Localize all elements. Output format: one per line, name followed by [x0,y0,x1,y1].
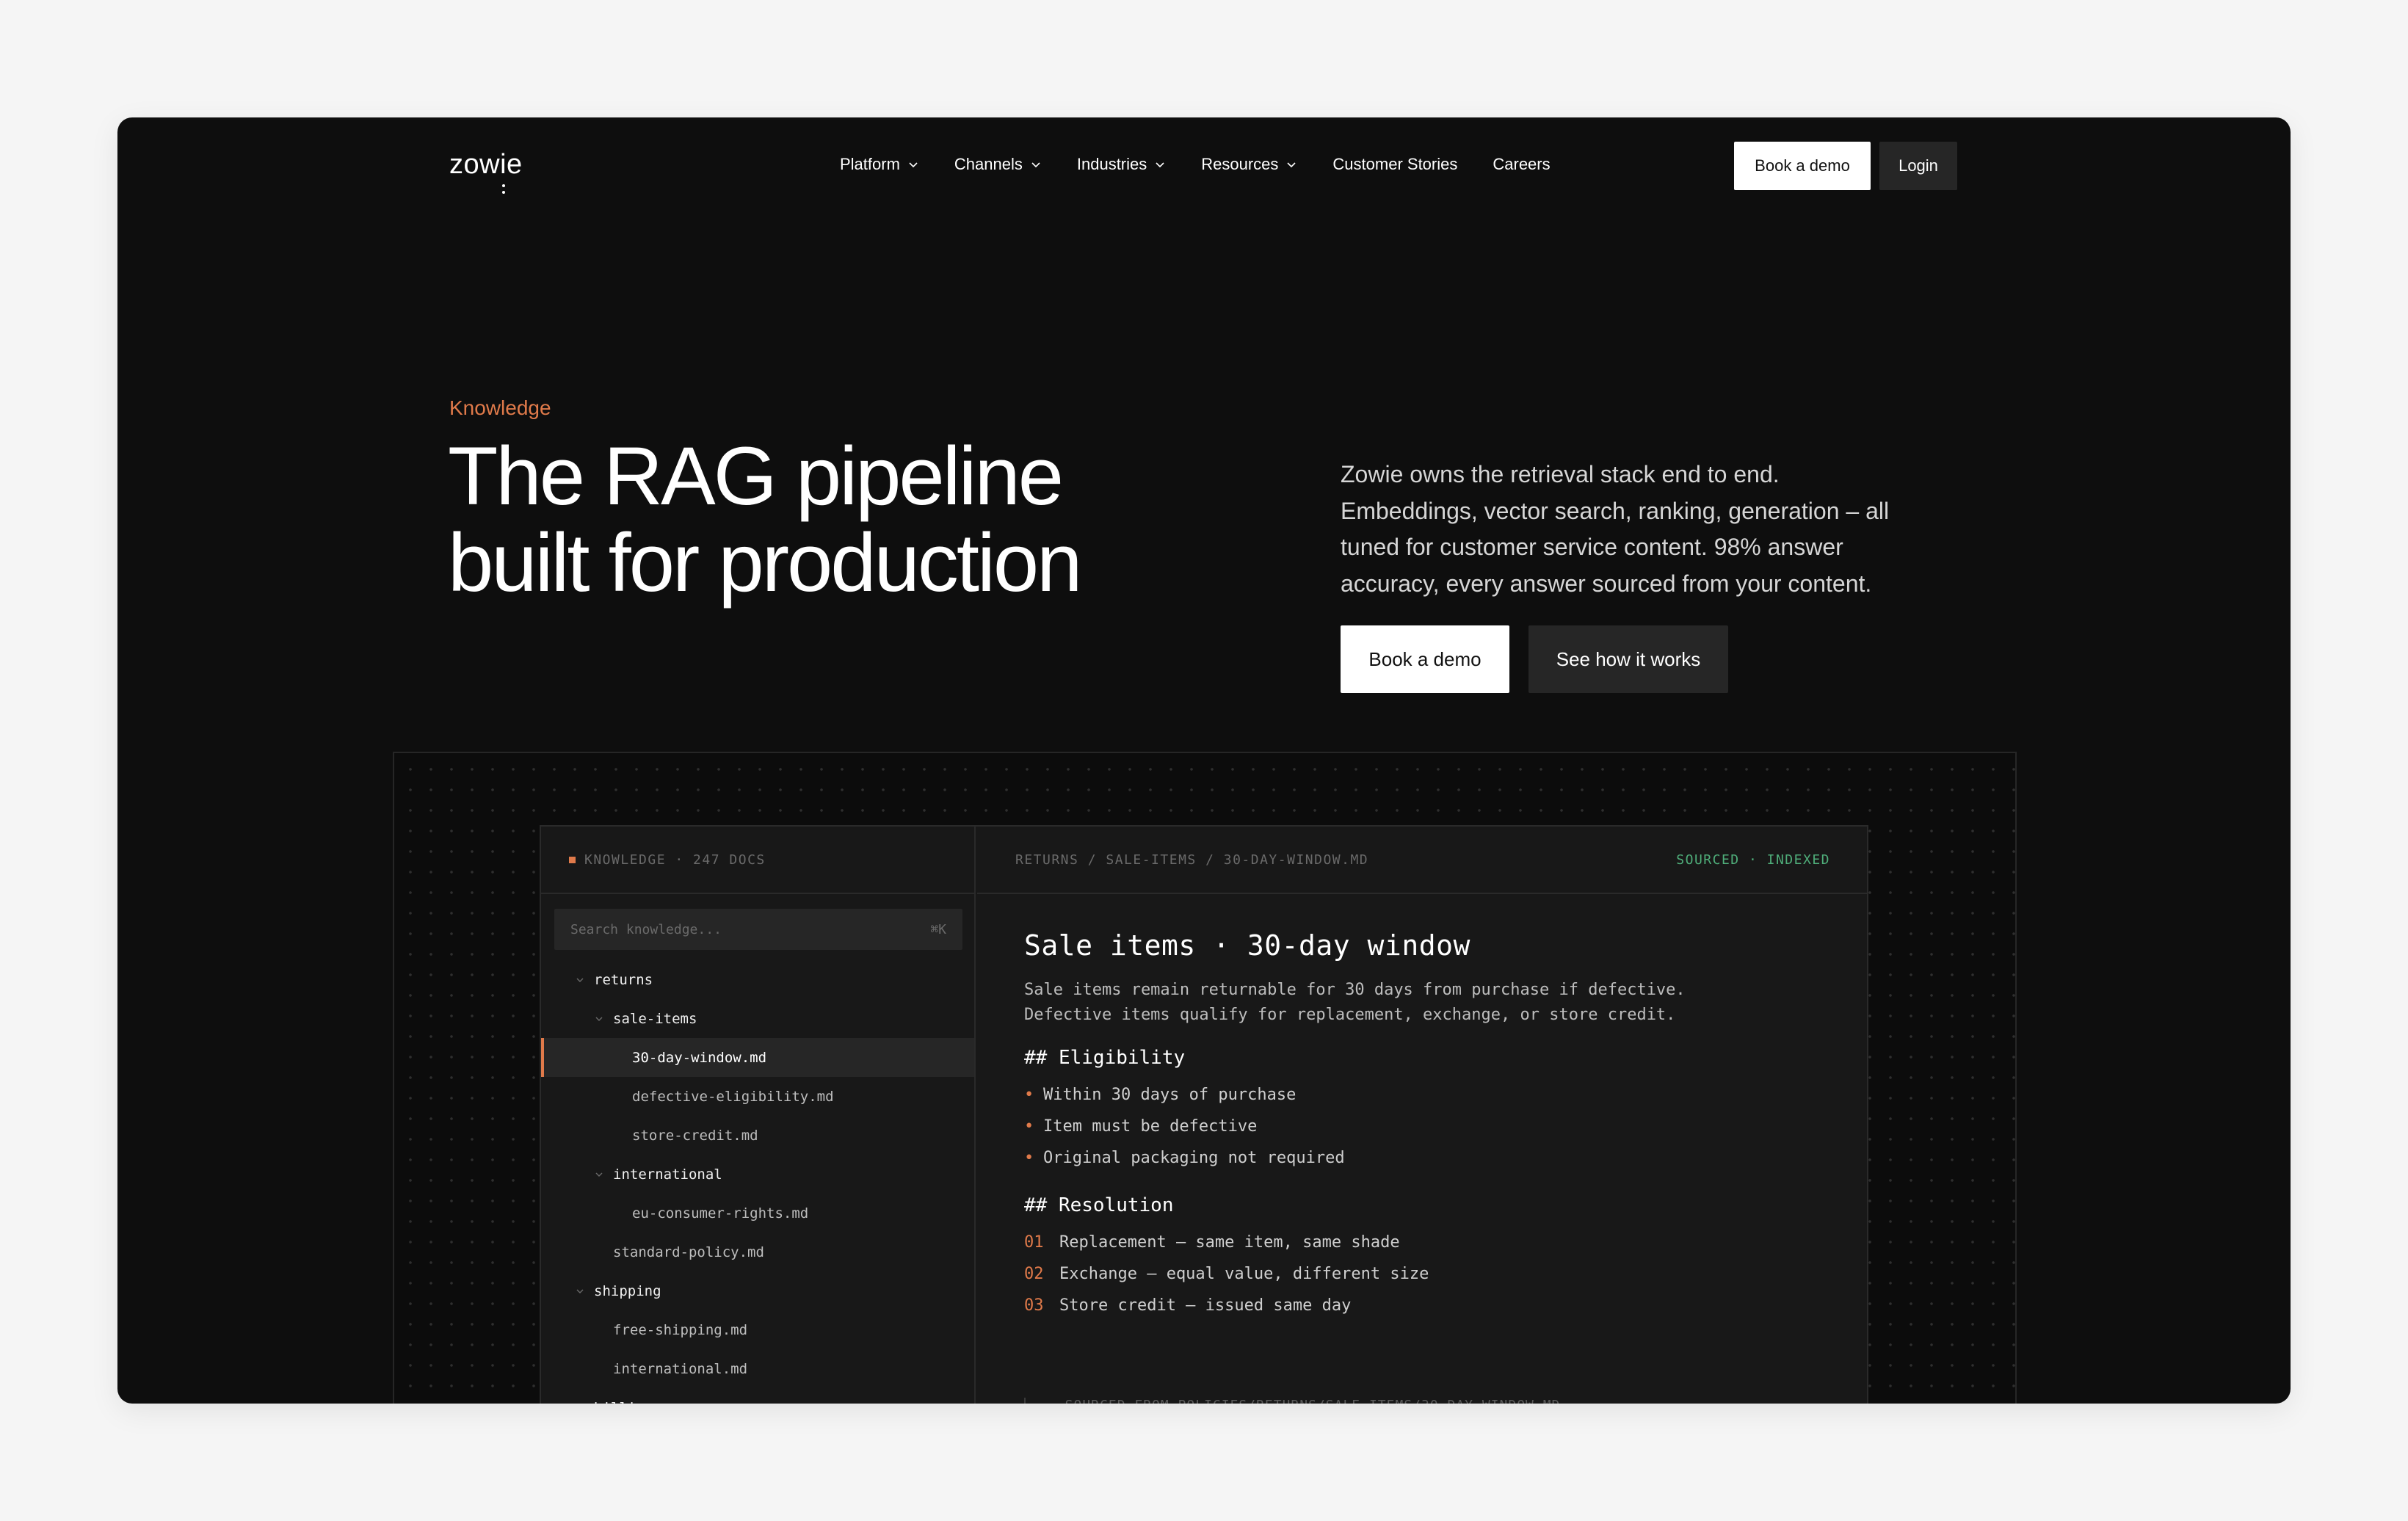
document-title: Sale items · 30-day window [1024,929,1470,962]
tree-folder[interactable]: sale-items [541,999,974,1038]
chevron-down-icon [1031,162,1040,168]
document-content: Sale items · 30-day window Sale items re… [1024,929,1832,1321]
tree-label: defective-eligibility.md [632,1088,834,1105]
resolution-heading: ## Resolution [1024,1194,1174,1216]
chevron-down-icon [909,162,918,168]
resolution-item: 02 Exchange – equal value, different size [1024,1265,1429,1283]
source-reference[interactable]: → SOURCED FROM POLICIES/RETURNS/SALE-ITE… [1024,1398,1560,1404]
document-view: RETURNS / SALE-ITEMS / 30-DAY-WINDOW.MD … [977,827,1867,1404]
chevron-down-icon[interactable] [570,1284,590,1299]
document-intro: Sale items remain returnable for 30 days… [1024,978,1832,1028]
main-nav: Platform Channels Industries Resources C… [840,148,1551,181]
tree-file[interactable]: free-shipping.md [541,1310,974,1349]
knowledge-header: KNOWLEDGE · 247 DOCS [541,827,974,894]
tree-folder[interactable]: returns [541,960,974,999]
hero-eyebrow: Knowledge [449,396,551,419]
search-shortcut: ⌘K [930,921,946,937]
bullet-icon: • [1024,1149,1034,1167]
login-button[interactable]: Login [1879,142,1957,190]
resolution-item: 01 Replacement – same item, same shade [1024,1233,1400,1252]
bullet-icon: • [1024,1086,1034,1104]
nav-item-customer-stories[interactable]: Customer Stories [1332,155,1457,174]
logo-i: i [500,149,507,194]
knowledge-sidebar: KNOWLEDGE · 247 DOCS Search knowledge...… [541,827,976,1404]
eligibility-item: • Item must be defective [1024,1111,1832,1142]
nav-item-resources[interactable]: Resources [1201,155,1297,174]
tree-file[interactable]: international.md [541,1349,974,1388]
tree-file[interactable]: 30-day-window.md [541,1038,974,1077]
zowie-logo[interactable]: zow i e [449,142,523,194]
nav-item-platform[interactable]: Platform [840,155,919,174]
resolution-item: 03 Store credit – issued same day [1024,1296,1352,1315]
chevron-down-icon[interactable] [590,1167,609,1182]
tree-label: 30-day-window.md [632,1049,767,1066]
chevron-down-icon[interactable] [590,1012,609,1026]
knowledge-search-input[interactable]: Search knowledge... ⌘K [554,909,962,950]
intro-line: Defective items qualify for replacement,… [1024,1006,1676,1024]
tree-label: international [613,1166,722,1183]
tree-file[interactable]: eu-consumer-rights.md [541,1194,974,1233]
tree-file[interactable]: standard-policy.md [541,1233,974,1271]
breadcrumb: RETURNS / SALE-ITEMS / 30-DAY-WINDOW.MD [1015,852,1369,868]
tree-folder[interactable]: international [541,1155,974,1194]
tree-label: billing [594,1400,653,1404]
nav-book-demo-button[interactable]: Book a demo [1734,142,1871,190]
tree-folder[interactable]: shipping [541,1271,974,1310]
hero-book-demo-button[interactable]: Book a demo [1341,625,1509,693]
tree-file[interactable]: defective-eligibility.md [541,1077,974,1116]
hero-headline: The RAG pipeline built for production [448,433,1255,606]
tree-file[interactable]: store-credit.md [541,1116,974,1155]
tree-folder[interactable]: billing [541,1388,974,1404]
eligibility-heading: ## Eligibility [1024,1047,1186,1069]
intro-line: Sale items remain returnable for 30 days… [1024,981,1686,999]
nav-item-careers[interactable]: Careers [1493,155,1550,174]
chevron-down-icon [1287,162,1296,168]
eligibility-item: • Within 30 days of purchase [1024,1079,1832,1111]
headline-line-2: built for production [448,517,1082,609]
document-header: RETURNS / SALE-ITEMS / 30-DAY-WINDOW.MD … [977,827,1867,894]
logo-text-end: e [507,148,523,180]
file-tree: returns sale-items 30-day-window.md defecti… [541,960,974,1404]
see-how-it-works-button[interactable]: See how it works [1528,625,1728,693]
logo-text: zow [449,148,501,180]
knowledge-panel: KNOWLEDGE · 247 DOCS Search knowledge...… [540,825,1868,1404]
nav-item-channels[interactable]: Channels [954,155,1042,174]
chevron-right-icon[interactable] [570,1401,590,1404]
tree-label: eu-consumer-rights.md [632,1205,809,1221]
status-square-icon [569,856,576,863]
status-badge: SOURCED · INDEXED [1676,852,1830,868]
tree-label: sale-items [613,1010,697,1027]
tree-label: returns [594,971,653,988]
tree-label: international.md [613,1360,748,1377]
search-placeholder: Search knowledge... [570,921,722,937]
hero-description: Zowie owns the retrieval stack end to en… [1341,461,1890,597]
chevron-down-icon[interactable] [570,973,590,987]
tree-label: free-shipping.md [613,1321,748,1338]
eligibility-item: • Original packaging not required [1024,1142,1832,1174]
tree-label: standard-policy.md [613,1244,764,1260]
chevron-down-icon [1156,162,1164,168]
headline-line-1: The RAG pipeline [448,430,1064,522]
tree-label: shipping [594,1282,661,1299]
tree-label: store-credit.md [632,1127,758,1144]
bullet-icon: • [1024,1117,1034,1136]
nav-item-industries[interactable]: Industries [1077,155,1166,174]
